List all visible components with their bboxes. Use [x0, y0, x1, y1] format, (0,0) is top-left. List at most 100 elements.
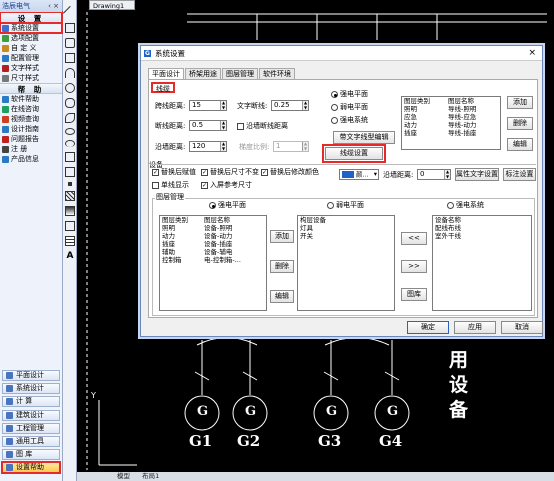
- help-item-1[interactable]: 在线咨询: [0, 104, 62, 114]
- list-item[interactable]: 控制箱 电-控制箱-...: [160, 256, 266, 264]
- cancel-button[interactable]: 取消: [501, 321, 543, 334]
- spin-icon[interactable]: ▲ ▼: [220, 120, 226, 130]
- radio-layer-0[interactable]: 强电平面: [209, 201, 246, 210]
- move-left-button[interactable]: <<: [401, 232, 427, 245]
- revcloud-tool-icon[interactable]: [65, 98, 75, 108]
- label-setting-button[interactable]: 标注设置: [503, 168, 536, 181]
- extra-item-1[interactable]: 产品信息: [0, 154, 62, 164]
- settings-item-0[interactable]: 系统设置: [0, 22, 63, 34]
- region-tool-icon[interactable]: [65, 221, 75, 231]
- list-item[interactable]: 灯具: [298, 224, 394, 232]
- header-settings[interactable]: 设 置: [0, 11, 63, 24]
- module-button-7[interactable]: 设置帮助: [1, 461, 61, 475]
- insert-block-icon[interactable]: [65, 152, 75, 162]
- move-right-button[interactable]: >>: [401, 260, 427, 273]
- color-dropdown[interactable]: 颜... ▾: [339, 169, 379, 180]
- equip-check-2[interactable]: ✓ 替换后修改颜色: [261, 168, 319, 177]
- point-tool-icon[interactable]: [68, 182, 72, 186]
- radio-top-2[interactable]: 强电系统: [331, 116, 368, 125]
- library-button[interactable]: 图库: [401, 288, 427, 301]
- list-item[interactable]: 室外干线: [433, 232, 531, 240]
- equip-check-3[interactable]: 单线显示: [152, 181, 189, 190]
- wall-input[interactable]: 120 ▲ ▼: [189, 141, 227, 152]
- settings-item-5[interactable]: 尺寸样式: [0, 73, 62, 83]
- list-item[interactable]: 插座 导线-插座: [402, 129, 500, 137]
- layer-add-button[interactable]: 添加: [270, 230, 294, 243]
- list-item[interactable]: 开关: [298, 232, 394, 240]
- equip-check-4[interactable]: ✓ 入屏参考尺寸: [201, 181, 252, 190]
- make-block-icon[interactable]: [65, 167, 75, 177]
- polygon-tool-icon[interactable]: [65, 38, 75, 48]
- equip-check-0[interactable]: ✓ 替换后赋值: [152, 168, 196, 177]
- layer-edit-button[interactable]: 编辑: [270, 290, 294, 303]
- list-item[interactable]: 照明 导线-照明: [402, 105, 500, 113]
- list-item[interactable]: 应急 导线-应急: [402, 113, 500, 121]
- settings-item-2[interactable]: 自 定 义: [0, 43, 62, 53]
- dialog-titlebar[interactable]: G 系统设置 ×: [141, 46, 542, 61]
- layer-equipment-list[interactable]: 构层设备 灯具 开关: [297, 215, 395, 311]
- extra-item-0[interactable]: 注 册: [0, 144, 62, 154]
- close-icon[interactable]: ×: [528, 46, 536, 61]
- top-edit-button[interactable]: 编辑: [507, 138, 533, 151]
- settings-item-1[interactable]: 选项配置: [0, 33, 62, 43]
- polyline-tool-icon[interactable]: [65, 23, 75, 33]
- mtext-tool-icon[interactable]: A: [65, 251, 75, 261]
- module-button-1[interactable]: 系统设计: [2, 383, 60, 395]
- line-tool-icon[interactable]: [62, 5, 78, 21]
- panel-controls[interactable]: ‹ ×: [48, 0, 59, 12]
- radio-top-0[interactable]: 强电平面: [331, 90, 368, 99]
- tab-layer-mgmt[interactable]: 图层管理: [222, 68, 258, 79]
- top-add-button[interactable]: 添加: [507, 96, 533, 109]
- help-item-2[interactable]: 视频查询: [0, 114, 62, 124]
- pitch-input[interactable]: 1 ▲ ▼: [273, 141, 309, 152]
- circle-tool-icon[interactable]: [65, 83, 75, 93]
- spline-tool-icon[interactable]: [65, 113, 75, 123]
- along-wall-input[interactable]: 0 ▲ ▼: [417, 169, 451, 180]
- tab-layout1[interactable]: 布局1: [142, 472, 159, 480]
- tab-tray-usage[interactable]: 桥架用途: [185, 68, 221, 79]
- module-button-2[interactable]: 计 算: [2, 396, 60, 408]
- break-input[interactable]: 0.5 ▲ ▼: [189, 120, 227, 131]
- tab-model[interactable]: 模型: [117, 472, 130, 480]
- tab-plan-design[interactable]: 平面设计: [148, 68, 184, 79]
- table-tool-icon[interactable]: [65, 236, 75, 246]
- ellipse-tool-icon[interactable]: [65, 128, 75, 135]
- list-item[interactable]: 插座 设备-插座: [160, 240, 266, 248]
- module-button-0[interactable]: 平面设计: [2, 370, 60, 381]
- rectangle-tool-icon[interactable]: [65, 53, 75, 63]
- text-line-input[interactable]: 0.25 ▲ ▼: [271, 100, 309, 111]
- arc-tool-icon[interactable]: [65, 68, 75, 78]
- help-item-3[interactable]: 设计指南: [0, 124, 62, 134]
- spin-icon[interactable]: ▲ ▼: [220, 100, 226, 110]
- apply-button[interactable]: 应用: [454, 321, 496, 334]
- radio-top-1[interactable]: 弱电平面: [331, 103, 368, 112]
- settings-item-4[interactable]: 文字样式: [0, 63, 62, 73]
- ok-button[interactable]: 确定: [407, 321, 449, 334]
- equipment-name-list[interactable]: 设备名称 配线布线 室外干线: [432, 215, 532, 311]
- module-button-6[interactable]: 图 库: [2, 449, 60, 461]
- span-input[interactable]: 15 ▲ ▼: [189, 100, 227, 111]
- module-button-3[interactable]: 建筑设计: [2, 409, 60, 421]
- hatch-tool-icon[interactable]: [65, 191, 75, 201]
- list-item[interactable]: 照明 设备-照明: [160, 224, 266, 232]
- cable-layer-list[interactable]: 图层类别 图层名称 照明 导线-照明 应急 导线-应急 动力 导线-动力 插座 导线-插座: [401, 96, 501, 150]
- module-button-5[interactable]: 通用工具: [2, 436, 60, 447]
- help-item-4[interactable]: 问题报告: [0, 134, 62, 144]
- list-item[interactable]: 动力 设备-动力: [160, 232, 266, 240]
- attr-text-button[interactable]: 属性文字设置: [455, 168, 499, 181]
- list-item[interactable]: 配线布线: [433, 224, 531, 232]
- ellipse-arc-tool-icon[interactable]: [65, 140, 75, 147]
- along-wall-break-check[interactable]: 沿墙断线距离: [237, 122, 288, 131]
- tab-software-env[interactable]: 软件环境: [259, 68, 295, 79]
- list-item[interactable]: 辅助 设备-辅电: [160, 248, 266, 256]
- spin-icon[interactable]: ▲ ▼: [302, 141, 308, 151]
- radio-layer-1[interactable]: 弱电平面: [327, 201, 364, 210]
- text-linetype-edit-button[interactable]: 带文字线型编辑: [333, 131, 395, 144]
- spin-icon[interactable]: ▲ ▼: [444, 169, 450, 179]
- spin-icon[interactable]: ▲ ▼: [302, 100, 308, 110]
- layer-delete-button[interactable]: 删除: [270, 260, 294, 273]
- equip-check-1[interactable]: ✓ 替换后尺寸不变: [201, 168, 259, 177]
- radio-layer-2[interactable]: 强电系统: [447, 201, 484, 210]
- subtab-cable[interactable]: 线缆: [151, 82, 175, 93]
- header-help[interactable]: 帮 助: [0, 83, 62, 94]
